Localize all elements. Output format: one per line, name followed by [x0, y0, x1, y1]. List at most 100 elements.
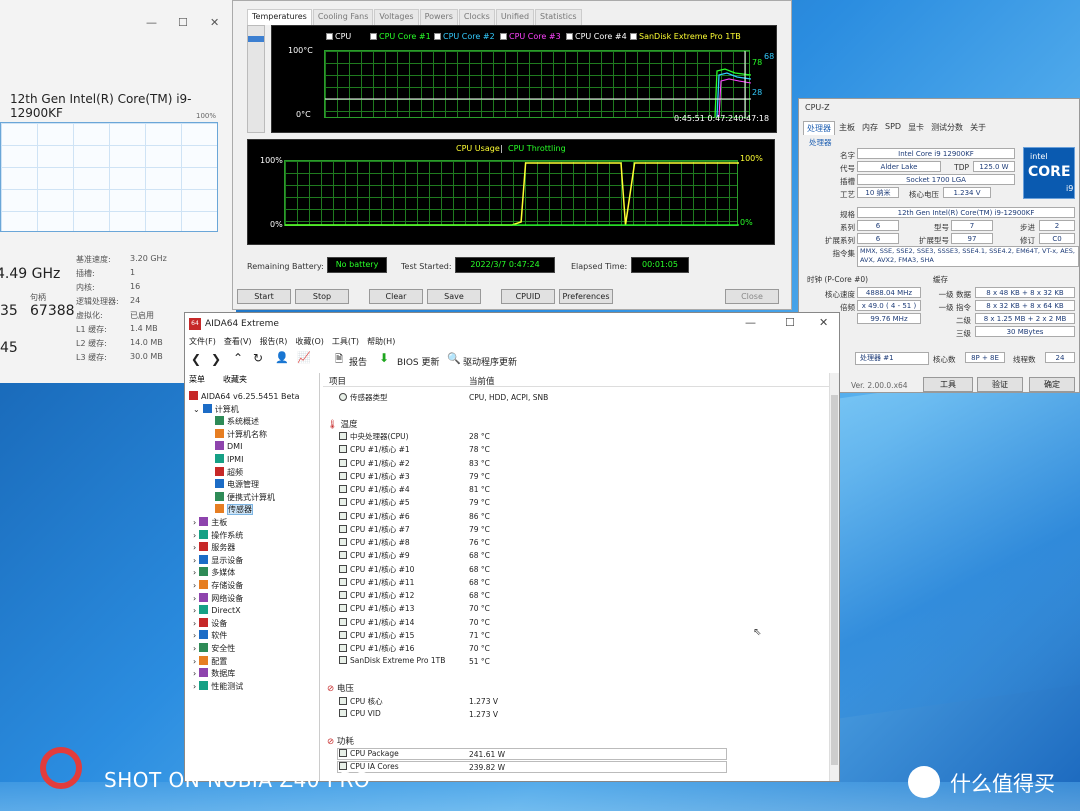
- maximize-button[interactable]: ☐: [178, 16, 188, 29]
- expand-icon[interactable]: ›: [193, 556, 196, 565]
- expand-icon[interactable]: ›: [193, 518, 196, 527]
- preferences-button[interactable]: Preferences: [559, 289, 613, 304]
- expand-icon[interactable]: ›: [193, 568, 196, 577]
- cpuz-tab[interactable]: 显卡: [905, 121, 927, 135]
- clear-button[interactable]: Clear: [369, 289, 423, 304]
- processor-select[interactable]: 处理器 #1: [855, 352, 929, 365]
- close-test-button[interactable]: Close: [725, 289, 779, 304]
- menu-item[interactable]: 文件(F): [189, 337, 216, 346]
- checkbox-icon[interactable]: [566, 33, 573, 40]
- legend-item[interactable]: CPU Core #3: [500, 32, 561, 41]
- expand-icon[interactable]: ›: [193, 606, 196, 615]
- expand-icon[interactable]: ›: [193, 594, 196, 603]
- menu-item[interactable]: 收藏(O): [295, 337, 324, 346]
- legend-item[interactable]: CPU Core #4: [566, 32, 627, 41]
- menu-item[interactable]: 工具(T): [332, 337, 359, 346]
- tree-item[interactable]: ⌄ 计算机: [193, 403, 239, 415]
- driver-update-button[interactable]: 驱动程序更新: [463, 355, 517, 368]
- checkbox-icon[interactable]: [434, 33, 441, 40]
- stop-button[interactable]: Stop: [295, 289, 349, 304]
- report-icon[interactable]: 🗎: [335, 352, 343, 369]
- cpuz-tab[interactable]: 内存: [859, 121, 881, 135]
- tree-item[interactable]: › 多媒体: [193, 567, 235, 578]
- legend-item[interactable]: CPU Core #1: [370, 32, 431, 41]
- tree-item[interactable]: 计算机名称: [215, 428, 267, 440]
- tree-item[interactable]: › 性能测试: [193, 680, 243, 692]
- tools-button[interactable]: 工具: [923, 377, 973, 392]
- download-icon[interactable]: ⬇: [379, 351, 389, 365]
- tree-item[interactable]: › 存储设备: [193, 580, 243, 591]
- checkbox-icon[interactable]: [370, 33, 377, 40]
- tab-powers[interactable]: Powers: [419, 9, 458, 25]
- tab-statistics[interactable]: Statistics: [535, 9, 582, 25]
- tree-item[interactable]: › 操作系统: [193, 529, 243, 541]
- expand-icon[interactable]: ›: [193, 669, 196, 678]
- legend-item[interactable]: SanDisk Extreme Pro 1TB: [630, 32, 741, 41]
- legend-item[interactable]: CPU Core #2: [434, 32, 495, 41]
- tab-favorites[interactable]: 收藏夹: [223, 374, 247, 385]
- expand-icon[interactable]: ›: [193, 619, 196, 628]
- checkbox-icon[interactable]: [326, 33, 333, 40]
- tab-temperatures[interactable]: Temperatures: [247, 9, 312, 25]
- checkbox-icon[interactable]: [500, 33, 507, 40]
- tree-item[interactable]: › 网络设备: [193, 592, 243, 604]
- tab-clocks[interactable]: Clocks: [458, 9, 495, 25]
- ok-button[interactable]: 确定: [1029, 377, 1075, 392]
- tree-item[interactable]: › 主板: [193, 517, 227, 528]
- tree-item[interactable]: › 设备: [193, 617, 227, 629]
- tree-item[interactable]: IPMI: [215, 454, 243, 464]
- bios-update-button[interactable]: BIOS 更新: [397, 355, 440, 368]
- minimize-button[interactable]: —: [146, 16, 157, 29]
- tree-item[interactable]: 便携式计算机: [215, 491, 275, 503]
- user-icon[interactable]: 👤: [275, 351, 289, 364]
- menu-item[interactable]: 报告(R): [260, 337, 288, 346]
- report-button[interactable]: 报告: [349, 355, 367, 368]
- refresh-icon[interactable]: ↻: [253, 351, 263, 365]
- tab-menu[interactable]: 菜单: [189, 374, 205, 385]
- aida-close-button[interactable]: ✕: [819, 316, 828, 329]
- up-icon[interactable]: ⌃: [233, 351, 243, 365]
- tree-item[interactable]: › 显示设备: [193, 554, 243, 566]
- cpuz-tab[interactable]: 处理器: [803, 121, 835, 135]
- cpuz-tab[interactable]: 主板: [836, 121, 858, 135]
- checkbox-icon[interactable]: [630, 33, 637, 40]
- content-scrollbar[interactable]: [829, 373, 839, 781]
- tree-item[interactable]: 电源管理: [215, 479, 259, 490]
- expand-icon[interactable]: ›: [193, 531, 196, 540]
- start-button[interactable]: Start: [237, 289, 291, 304]
- search-icon[interactable]: 🔍: [447, 352, 461, 365]
- forward-icon[interactable]: ❯: [211, 352, 221, 366]
- expand-icon[interactable]: ›: [193, 631, 196, 640]
- expand-icon[interactable]: ›: [193, 657, 196, 666]
- tree-item[interactable]: DMI: [215, 441, 242, 451]
- cpuz-tab[interactable]: 测试分数: [928, 121, 966, 135]
- close-button[interactable]: ✕: [210, 16, 219, 29]
- expand-icon[interactable]: ⌄: [193, 405, 200, 414]
- cpuz-tab[interactable]: 关于: [967, 121, 989, 135]
- cpuid-button[interactable]: CPUID: [501, 289, 555, 304]
- tree-item[interactable]: › 服务器: [193, 542, 235, 553]
- tab-unified[interactable]: Unified: [495, 9, 535, 25]
- tree-item[interactable]: › 数据库: [193, 668, 235, 679]
- tree-item[interactable]: › 配置: [193, 655, 227, 667]
- chart-icon[interactable]: 📈: [297, 351, 311, 364]
- cpuz-tab[interactable]: SPD: [882, 121, 904, 135]
- tree-item[interactable]: AIDA64 v6.25.5451 Beta: [189, 391, 300, 401]
- expand-icon[interactable]: ›: [193, 644, 196, 653]
- validate-button[interactable]: 验证: [977, 377, 1023, 392]
- scrollbar-thumb[interactable]: [831, 395, 838, 765]
- legend-item[interactable]: CPU: [326, 32, 351, 41]
- expand-icon[interactable]: ›: [193, 682, 196, 691]
- tree-item[interactable]: 系统概述: [215, 416, 259, 427]
- aida-maximize-button[interactable]: ☐: [785, 316, 795, 329]
- tab-cooling-fans[interactable]: Cooling Fans: [312, 9, 374, 25]
- aida-minimize-button[interactable]: —: [745, 316, 756, 329]
- tree-item[interactable]: › 软件: [193, 630, 227, 641]
- expand-icon[interactable]: ›: [193, 581, 196, 590]
- save-button[interactable]: Save: [427, 289, 481, 304]
- tree-item[interactable]: › DirectX: [193, 605, 241, 615]
- tree-item[interactable]: › 安全性: [193, 643, 235, 654]
- tree-item[interactable]: 超频: [215, 466, 243, 478]
- expand-icon[interactable]: ›: [193, 543, 196, 552]
- tree-item[interactable]: 传感器: [215, 504, 253, 516]
